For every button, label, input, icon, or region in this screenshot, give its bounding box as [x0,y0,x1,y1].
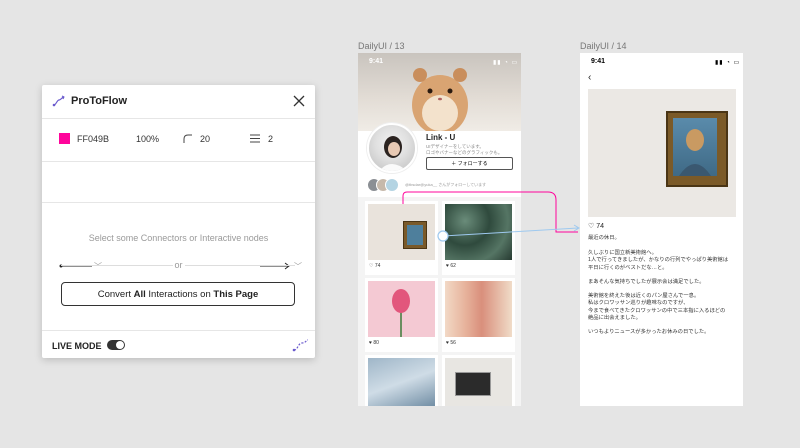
detail-likes-value: 74 [596,223,605,230]
post-card[interactable]: ♥ 62 [442,201,515,275]
follower-avatar[interactable] [385,178,399,192]
post-card[interactable]: ♥ 80 [365,278,438,352]
user-name: Link - U [426,133,456,142]
painting-canvas [407,225,423,245]
artboard-dailyui-14[interactable]: 9:41 ▮▮ ◔ ▭ ‹ ♡ 74 最近の休日。 久しぶりに国立新美術館へ。 … [580,53,743,406]
post-card[interactable] [442,355,515,406]
post-card[interactable]: ♡ 74 [365,201,438,275]
convert-label-all: All [133,288,146,300]
back-arrow-icon[interactable]: ‹ [588,72,591,83]
corner-radius-value[interactable]: 20 [200,134,210,144]
post-like-count: ♥ 56 [446,340,456,346]
followers-row[interactable]: @tbsdar@yuka__ さんがフォローしています [367,178,515,192]
follow-button[interactable]: ＋ フォローする [426,157,513,170]
status-bar-icons: ▮▮ ◔ ▭ [493,60,519,66]
convert-label-pre: Convert [97,288,134,300]
detail-text-paragraph: 久しぶりに国立新美術館へ。 1人で行ってきましたが、かなりの行列でやっぱり美術館… [588,250,729,271]
color-swatch[interactable] [59,133,70,144]
post-likes-value: 80 [373,340,379,346]
post-like-count: ♥ 80 [369,340,379,346]
post-likes-value: 56 [450,340,456,346]
status-bar-icons: ▮▮ ◔ ▭ [715,60,741,66]
post-like-count: ♥ 62 [446,263,456,269]
post-like-count: ♡ 74 [369,263,381,269]
flow-connector-icon[interactable] [292,337,310,353]
detail-text-paragraph: 最近の休日。 [588,235,620,241]
artboard-label-14[interactable]: DailyUI / 14 [580,41,627,51]
protoflow-logo-icon [52,95,65,107]
detail-text-paragraph: まあそんな気持ちでしたが展示会は満足でした。 [588,279,705,285]
live-mode-label: LIVE MODE [52,341,102,351]
panel-header: ProToFlow [42,85,315,119]
post-image-succulents [445,204,512,260]
panel-footer: LIVE MODE [42,330,315,358]
user-bio: UIデザイナーをしています。 ロゴやバナーなどのグラフィックも。 [426,144,503,155]
panel-title: ProToFlow [71,95,128,107]
portrait-illustration [679,129,711,176]
color-hex-value[interactable]: FF049B [77,134,109,144]
close-icon[interactable] [291,93,307,109]
post-image-architecture [368,358,435,406]
stroke-width-icon [250,134,260,143]
post-image-bottles [445,281,512,337]
post-likes-value: 74 [374,263,381,269]
post-image-painting [368,204,435,260]
convert-label-mid: Interactions on [145,288,214,300]
painting-frame [403,221,427,249]
post-grid: ♡ 74 ♥ 62 ♥ 80 ♥ 56 [358,197,521,406]
post-image-desk [445,358,512,406]
detail-text-paragraph: いつもよりニュースが多かったお休みの日でした。 [588,329,710,335]
detail-like-count[interactable]: ♡ 74 [588,222,604,230]
detail-painting-image [588,89,736,217]
post-likes-value: 62 [450,263,456,269]
or-text: or [174,260,183,270]
post-card[interactable] [365,355,438,406]
convert-all-interactions-button[interactable]: Convert All Interactions on This Page [61,282,295,306]
followers-text: @tbsdar@yuka__ さんがフォローしています [405,182,487,187]
divider [42,161,315,162]
artboard-dailyui-13[interactable]: 9:41 ▮▮ ◔ ▭ Link - U UIデザイナーをしています。 ロゴやバ… [358,53,521,406]
painting-canvas [673,118,717,176]
post-card[interactable]: ♥ 56 [442,278,515,352]
post-image-tulip [368,281,435,337]
convert-label-page: This Page [213,288,259,300]
tulip-illustration [392,289,410,337]
corner-radius-icon [183,134,192,143]
artboard-label-13[interactable]: DailyUI / 13 [358,41,405,51]
opacity-value[interactable]: 100% [136,134,159,144]
desk-monitor [455,372,491,396]
connector-arrowhead [573,224,580,232]
hamster-header-image: 9:41 ▮▮ ◔ ▭ [358,53,521,131]
status-time: 9:41 [591,58,606,65]
painting-frame [666,111,728,187]
protoflow-panel: ProToFlow FF049B 100% 20 2 ﹀ ﹀ Select so… [42,85,315,358]
live-mode-toggle[interactable] [107,340,125,350]
detail-text-paragraph: 美術館を終えた後は近くのパン屋さんで一息。 私はクロワッサン巡りが趣味なのですが… [588,293,726,321]
profile-person-illustration [379,136,407,171]
status-time: 9:41 [369,58,384,65]
empty-selection-message: Select some Connectors or Interactive no… [88,233,269,243]
stroke-width-value[interactable]: 2 [268,134,273,144]
divider [42,202,315,203]
profile-avatar[interactable] [367,123,417,173]
